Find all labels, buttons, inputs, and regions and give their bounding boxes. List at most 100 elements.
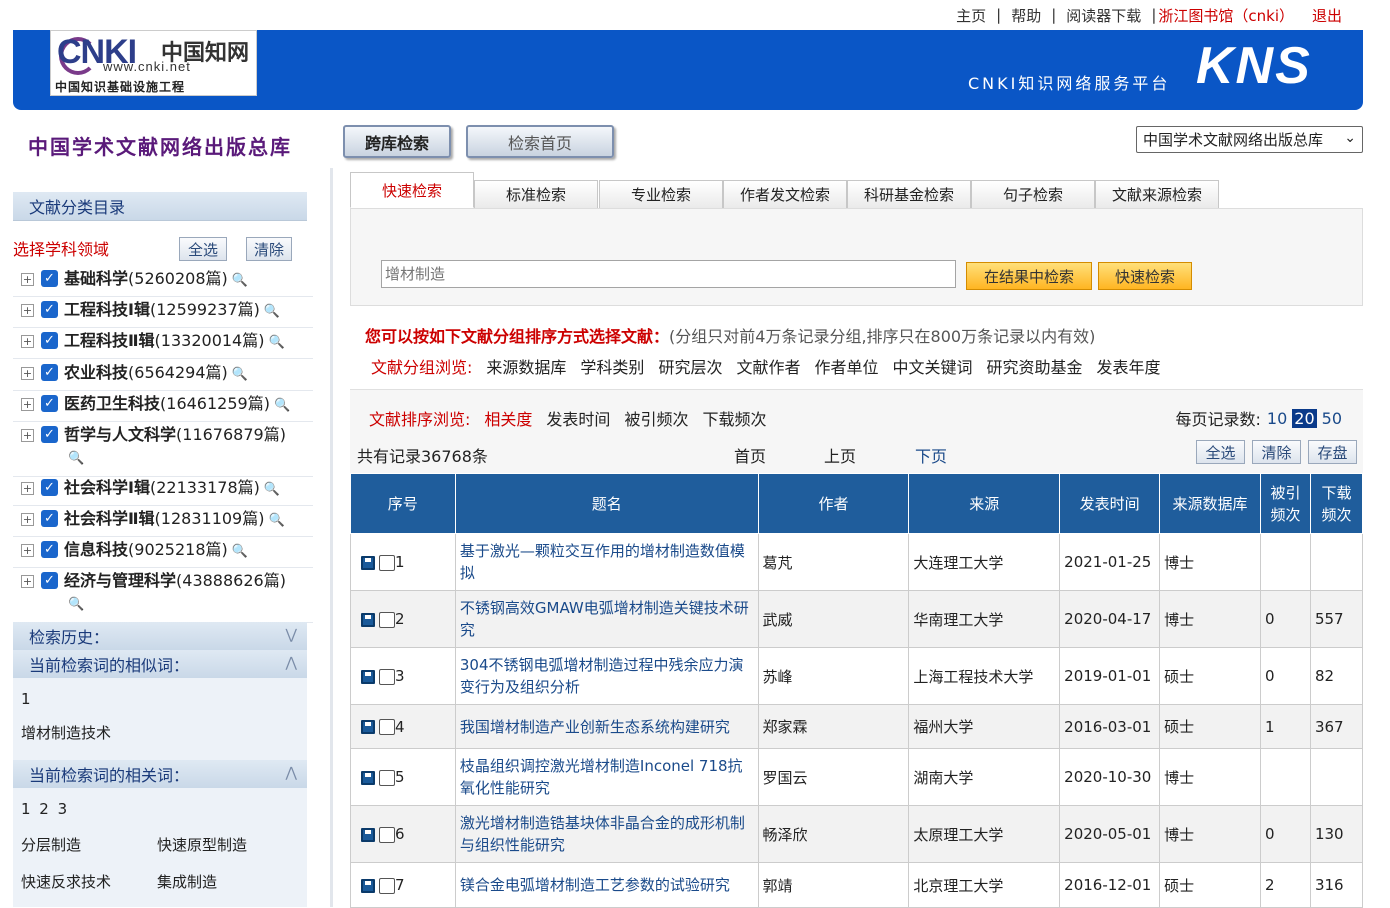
author-cell[interactable]: 郭靖 [757,862,910,908]
source-cell[interactable]: 太原理工大学 [908,805,1061,863]
subject-item[interactable]: + ✓ 农业科技(6564294篇) 🔍 [21,362,248,386]
expand-icon[interactable]: + [21,575,34,588]
search-icon[interactable]: 🔍 [232,270,248,292]
tab-6[interactable]: 文献来源检索 [1095,180,1219,208]
search-icon[interactable]: 🔍 [68,594,84,616]
row-checkbox[interactable] [379,668,395,685]
logout-link[interactable]: 退出 [1312,5,1342,26]
column-header[interactable]: 被引频次 [1260,473,1311,534]
author-cell[interactable]: 苏峰 [757,647,910,705]
expand-icon[interactable]: + [21,273,34,286]
save-button[interactable]: 存盘 [1308,440,1357,464]
column-header[interactable]: 来源数据库 [1159,473,1261,534]
group-option[interactable]: 文献作者 [736,354,800,378]
subject-name[interactable]: 工程科技Ⅱ辑 [64,331,155,350]
save-icon[interactable] [361,669,375,684]
save-icon[interactable] [361,878,375,893]
expand-icon[interactable]: + [21,482,34,495]
subject-item[interactable]: + ✓ 信息科技(9025218篇) 🔍 [21,539,248,563]
subject-name[interactable]: 哲学与人文科学 [64,425,176,444]
column-header[interactable]: 来源 [908,473,1061,534]
cnki-logo[interactable]: CNKI 中国知网 www.cnki.net 中国知识基础设施工程 [50,30,257,96]
expand-icon[interactable]: + [21,544,34,557]
sidebar-clear-button[interactable]: 清除 [246,237,292,261]
sort-option[interactable]: 下载频次 [702,406,766,430]
sort-option[interactable]: 被引频次 [624,406,688,430]
group-option[interactable]: 来源数据库 [486,354,566,378]
source-cell[interactable]: 华南理工大学 [908,590,1061,648]
save-icon[interactable] [361,827,375,842]
related-word-link[interactable]: 集成制造 [157,871,217,892]
history-header[interactable]: 检索历史： ⋁ [13,622,307,651]
subject-name[interactable]: 信息科技 [64,540,128,559]
help-link[interactable]: 帮助 [1011,5,1041,26]
group-option[interactable]: 发表年度 [1097,354,1161,378]
checkbox-checked[interactable]: ✓ [41,301,58,318]
expand-icon[interactable]: + [21,335,34,348]
search-input[interactable]: 增材制造 [381,260,956,288]
subject-item[interactable]: + ✓ 工程科技Ⅱ辑(13320014篇) 🔍 [21,330,285,354]
column-header[interactable]: 下载频次 [1310,473,1364,534]
expand-icon[interactable]: + [21,429,34,442]
sidebar-select-all-button[interactable]: 全选 [179,237,227,261]
search-icon[interactable]: 🔍 [268,332,284,354]
sort-option[interactable]: 发表时间 [546,406,610,430]
first-page-link[interactable]: 首页 [734,443,766,467]
group-option[interactable]: 作者单位 [814,354,878,378]
subject-item[interactable]: + ✓ 社会科学Ⅱ辑(12831109篇) 🔍 [21,508,285,532]
tab-4[interactable]: 科研基金检索 [847,180,971,208]
source-cell[interactable]: 大连理工大学 [908,533,1061,591]
subject-item[interactable]: + ✓ 基础科学(5260208篇) 🔍 [21,268,248,292]
subject-name[interactable]: 社会科学Ⅱ辑 [64,509,155,528]
row-checkbox[interactable] [379,554,395,571]
subject-item[interactable]: + ✓ 工程科技Ⅰ辑(12599237篇) 🔍 [21,299,280,323]
subject-name[interactable]: 经济与管理科学 [64,571,176,590]
related-word-link[interactable]: 分层制造 [21,834,81,855]
author-cell[interactable]: 武威 [757,590,910,648]
subject-name[interactable]: 工程科技Ⅰ辑 [64,300,150,319]
author-cell[interactable]: 葛芃 [757,533,910,591]
reader-download-link[interactable]: 阅读器下载 [1066,5,1141,26]
checkbox-checked[interactable]: ✓ [41,572,58,589]
author-cell[interactable]: 畅泽欣 [757,805,910,863]
source-cell[interactable]: 北京理工大学 [908,862,1061,908]
tab-0[interactable]: 快速检索 [350,172,474,208]
subject-item[interactable]: + ✓ 哲学与人文科学(11676879篇) 🔍 [21,424,294,470]
checkbox-checked[interactable]: ✓ [41,426,58,443]
subject-name[interactable]: 医药卫生科技 [64,394,160,413]
column-header[interactable]: 作者 [758,473,910,534]
source-cell[interactable]: 上海工程技术大学 [908,647,1061,705]
home-link[interactable]: 主页 [956,5,986,26]
save-icon[interactable] [361,720,375,734]
group-option[interactable]: 研究资助基金 [987,354,1083,378]
related-word-link[interactable]: 快速反求技术 [21,871,111,892]
title-link[interactable]: 不锈钢高效GMAW电弧增材制造关键技术研究 [454,590,759,648]
library-link[interactable]: 浙江图书馆（cnki） [1158,5,1294,26]
per-page-10[interactable]: 10 [1267,409,1287,428]
column-header[interactable]: 发表时间 [1059,473,1161,534]
search-home-button[interactable]: 检索首页 [466,125,614,158]
related-page-links[interactable]: 1 2 3 [21,800,69,818]
clear-button[interactable]: 清除 [1252,440,1301,464]
checkbox-checked[interactable]: ✓ [41,395,58,412]
row-checkbox[interactable] [379,826,395,843]
search-icon[interactable]: 🔍 [232,541,248,563]
title-link[interactable]: 枝晶组织调控激光增材制造Inconel 718抗氧化性能研究 [454,748,759,806]
search-icon[interactable]: 🔍 [274,395,290,417]
row-checkbox[interactable] [379,877,395,894]
save-icon[interactable] [361,612,375,627]
title-link[interactable]: 镁合金电弧增材制造工艺参数的试验研究 [454,862,759,908]
source-cell[interactable]: 湖南大学 [908,748,1061,806]
row-checkbox[interactable] [379,719,395,735]
source-cell[interactable]: 福州大学 [908,704,1061,749]
subject-name[interactable]: 基础科学 [64,269,128,288]
checkbox-checked[interactable]: ✓ [41,332,58,349]
expand-icon[interactable]: + [21,513,34,526]
group-option[interactable]: 学科类别 [580,354,644,378]
similar-header[interactable]: 当前检索词的相似词： ⋀ [13,650,307,679]
quick-search-button[interactable]: 快速检索 [1098,262,1192,290]
checkbox-checked[interactable]: ✓ [41,364,58,381]
per-page-50[interactable]: 50 [1322,409,1342,428]
subject-item[interactable]: + ✓ 社会科学Ⅰ辑(22133178篇) 🔍 [21,477,280,501]
author-cell[interactable]: 郑家霖 [757,704,910,749]
